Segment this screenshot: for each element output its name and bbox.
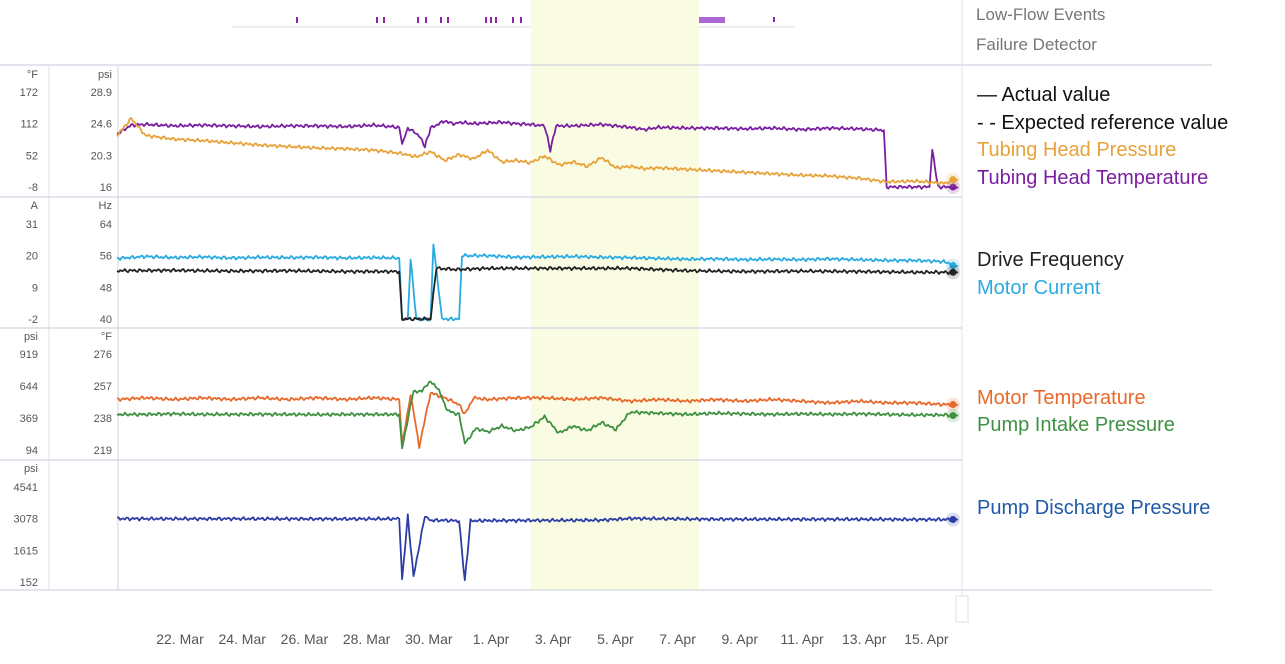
- panel-1-left-tick-1: 20: [26, 251, 38, 263]
- panel-2-left-tick-1: 644: [20, 381, 38, 393]
- panel-3-left-unit: psi: [24, 463, 38, 475]
- panel-0-right-tick-3: 16: [100, 182, 112, 194]
- panel-0-right-unit: psi: [98, 69, 112, 81]
- series-end-marker-drive-frequency: [949, 268, 957, 276]
- panel-1-right-tick-1: 56: [100, 251, 112, 263]
- panel-2-right-unit: °F: [101, 331, 112, 343]
- event-mark-1: [376, 17, 378, 23]
- event-mark-5: [440, 17, 442, 23]
- legend-motor-current[interactable]: Motor Current: [977, 277, 1100, 300]
- panel-3-left-tick-0: 4541: [14, 482, 38, 494]
- x-tick-12: 15. Apr: [904, 631, 949, 647]
- failure-detector-label[interactable]: Failure Detector: [976, 35, 1097, 55]
- legend-pump-discharge-pressure[interactable]: Pump Discharge Pressure: [977, 497, 1210, 520]
- event-mark-late: [773, 17, 775, 22]
- highlight-band: [531, 0, 699, 590]
- scroll-stub: [955, 595, 969, 623]
- panel-2-left-tick-0: 919: [20, 349, 38, 361]
- panel-2-left-tick-2: 369: [20, 413, 38, 425]
- panel-2-right-tick-1: 257: [94, 381, 112, 393]
- x-tick-11: 13. Apr: [842, 631, 887, 647]
- panel-1-left-tick-2: 9: [32, 282, 38, 294]
- panel-1-left-tick-3: -2: [28, 314, 38, 326]
- x-tick-6: 3. Apr: [535, 631, 572, 647]
- panel-0-right-tick-1: 24.6: [91, 119, 112, 131]
- panel-3-left-tick-3: 152: [20, 577, 38, 589]
- series-end-marker-tubing-head-pressure: [949, 176, 957, 184]
- panel-0-left-tick-0: 172: [20, 87, 38, 99]
- legend-motor-temperature[interactable]: Motor Temperature: [977, 387, 1146, 410]
- panel-0-left-unit: °F: [27, 69, 38, 81]
- panel-1-right-tick-3: 40: [100, 314, 112, 326]
- event-mark-3: [417, 17, 419, 23]
- event-mark-11: [520, 17, 522, 23]
- panel-0-left-tick-1: 112: [20, 119, 38, 131]
- panel-2-left-unit: psi: [24, 331, 38, 343]
- event-mark-10: [512, 17, 514, 23]
- legend-tubing-head-pressure[interactable]: Tubing Head Pressure: [977, 139, 1176, 162]
- x-tick-2: 26. Mar: [281, 631, 329, 647]
- panel-2-left-tick-3: 94: [26, 445, 38, 457]
- x-tick-0: 22. Mar: [156, 631, 204, 647]
- panel-0-right-tick-0: 28.9: [91, 87, 112, 99]
- panel-3-left-tick-1: 3078: [14, 514, 38, 526]
- x-tick-1: 24. Mar: [218, 631, 266, 647]
- panel-3-left-tick-2: 1615: [14, 545, 38, 557]
- series-end-marker-motor-temperature: [949, 401, 957, 409]
- event-mark-8: [490, 17, 492, 23]
- legend-drive-frequency[interactable]: Drive Frequency: [977, 249, 1124, 272]
- series-end-marker-pump-intake-pressure: [949, 412, 957, 420]
- panel-1-right-unit: Hz: [99, 200, 112, 212]
- x-tick-7: 5. Apr: [597, 631, 634, 647]
- event-mark-2: [383, 17, 385, 23]
- x-tick-5: 1. Apr: [473, 631, 510, 647]
- panel-1-right-tick-2: 48: [100, 282, 112, 294]
- low-flow-events-label[interactable]: Low-Flow Events: [976, 5, 1105, 25]
- x-tick-8: 7. Apr: [659, 631, 696, 647]
- panel-1-left-tick-0: 31: [26, 219, 38, 231]
- event-mark-7: [485, 17, 487, 23]
- event-mark-9: [495, 17, 497, 23]
- panel-1-right-tick-0: 64: [100, 219, 112, 231]
- panel-2-right-tick-2: 238: [94, 413, 112, 425]
- panel-0-left-tick-2: 52: [26, 150, 38, 162]
- event-mark-0: [296, 17, 298, 23]
- legend-pump-intake-pressure[interactable]: Pump Intake Pressure: [977, 414, 1175, 437]
- panel-2-right-tick-0: 276: [94, 349, 112, 361]
- panel-0-right-tick-2: 20.3: [91, 150, 112, 162]
- x-tick-9: 9. Apr: [722, 631, 759, 647]
- legend-actual-value: — Actual value: [977, 84, 1111, 106]
- x-tick-10: 11. Apr: [780, 631, 824, 647]
- panel-1-left-unit: A: [31, 200, 39, 212]
- legend-tubing-head-temperature[interactable]: Tubing Head Temperature: [977, 167, 1208, 190]
- x-tick-3: 28. Mar: [343, 631, 391, 647]
- series-end-marker-pump-discharge-pressure: [949, 515, 957, 523]
- event-mark-4: [425, 17, 427, 23]
- x-tick-4: 30. Mar: [405, 631, 453, 647]
- panel-2-right-tick-3: 219: [94, 445, 112, 457]
- event-mark-6: [447, 17, 449, 23]
- panel-0-left-tick-3: -8: [28, 182, 38, 194]
- legend-expected-value: - - Expected reference value: [977, 112, 1229, 134]
